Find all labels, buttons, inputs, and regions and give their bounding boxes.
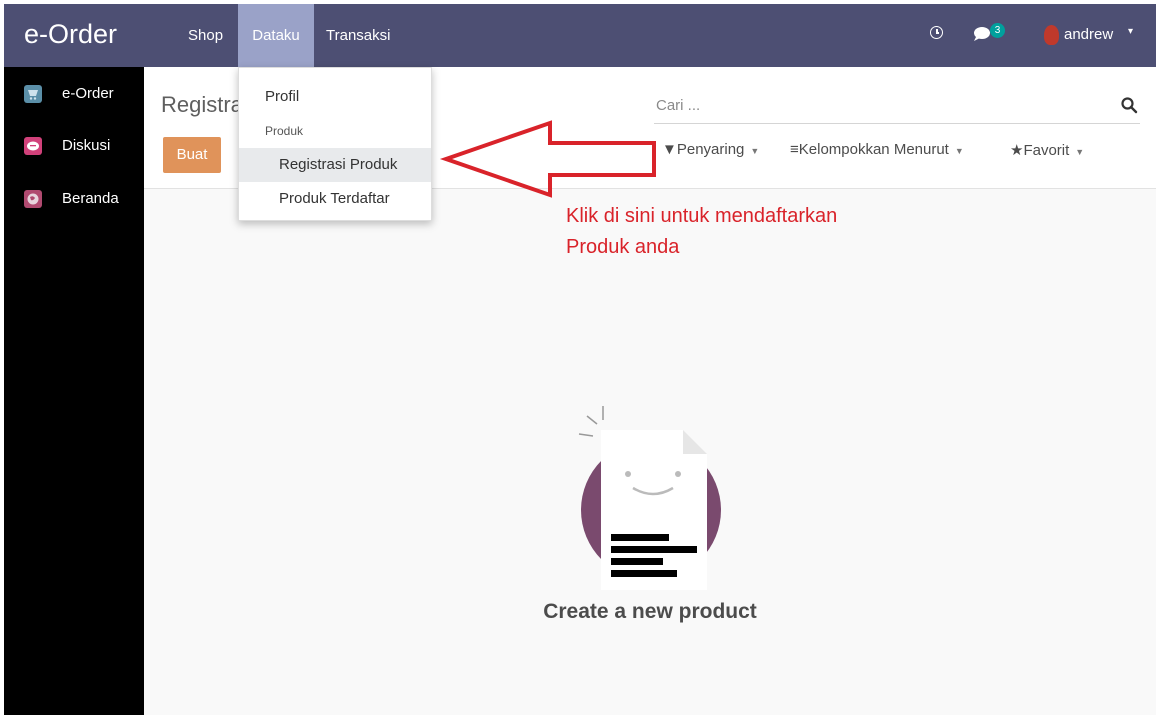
annotation-line-1: Klik di sini untuk mendaftarkan: [566, 205, 838, 227]
annotation-text: Klik di sini untuk mendaftarkan Produk a…: [566, 201, 837, 263]
globe-icon: [24, 190, 42, 208]
empty-document-illustration: [578, 406, 721, 590]
caret-down-icon[interactable]: ▾: [1128, 26, 1133, 37]
messages-count-badge: 3: [990, 23, 1005, 38]
menu-item-profil[interactable]: Profil: [265, 88, 425, 105]
menu-section-produk: Produk: [265, 124, 304, 138]
user-avatar[interactable]: [1044, 25, 1059, 45]
app-brand[interactable]: e-Order: [24, 19, 117, 50]
sidebar-item-label: e-Order: [62, 85, 114, 102]
caret-down-icon: ▼: [750, 146, 760, 156]
menu-item-produk-terdaftar[interactable]: Produk Terdaftar: [279, 190, 429, 207]
dataku-dropdown-menu: Profil Produk Registrasi Produk Produk T…: [238, 67, 432, 221]
list-icon: ≡: [790, 141, 799, 158]
sidebar-item-label: Beranda: [62, 190, 119, 207]
search-bar: [654, 92, 1140, 124]
caret-down-icon: ▼: [1075, 147, 1085, 157]
activity-clock-icon[interactable]: [930, 26, 943, 39]
group-by-label: Kelompokkan Menurut: [798, 141, 949, 158]
menu-transaksi[interactable]: Transaksi: [318, 4, 398, 67]
search-icon[interactable]: [1120, 96, 1138, 114]
chat-icon: [24, 137, 42, 155]
menu-item-registrasi-produk[interactable]: Registrasi Produk: [239, 148, 431, 182]
user-menu-name[interactable]: andrew: [1064, 26, 1113, 43]
empty-state-title: Create a new product: [543, 600, 757, 623]
menu-item-label: Registrasi Produk: [279, 156, 398, 173]
create-button[interactable]: Buat: [163, 137, 221, 173]
sidebar-item-label: Diskusi: [62, 137, 111, 154]
filter-dropdown[interactable]: ▼Penyaring ▼: [662, 141, 759, 158]
empty-state: Create a new product: [144, 188, 1156, 715]
filter-icon: ▼: [662, 141, 677, 158]
favorites-dropdown[interactable]: ★Favorit ▼: [1010, 141, 1084, 159]
menu-shop[interactable]: Shop: [180, 4, 231, 67]
cart-icon: [24, 85, 42, 103]
search-input[interactable]: [654, 96, 1098, 115]
filter-label: Penyaring: [676, 141, 745, 158]
group-by-dropdown[interactable]: ≡Kelompokkan Menurut ▼: [790, 141, 964, 158]
app-sidebar: e-Order Diskusi Beranda: [4, 67, 144, 715]
caret-down-icon: ▼: [954, 146, 964, 156]
star-icon: ★: [1010, 142, 1024, 159]
top-navbar: e-Order Shop Dataku Transaksi 3 andrew ▾: [4, 4, 1156, 67]
menu-dataku[interactable]: Dataku: [238, 4, 314, 67]
favorites-label: Favorit: [1023, 142, 1070, 159]
app-window: e-Order Shop Dataku Transaksi 3 andrew ▾…: [4, 4, 1156, 715]
annotation-line-2: Produk anda: [566, 236, 680, 258]
